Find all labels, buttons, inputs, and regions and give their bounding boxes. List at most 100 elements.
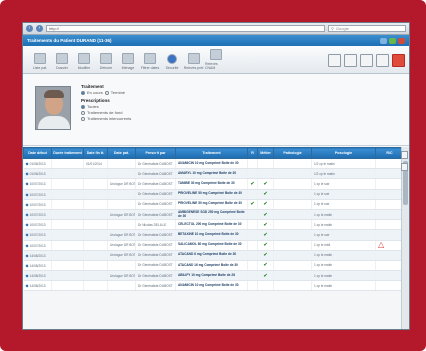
- warning-triangle-icon[interactable]: △: [378, 240, 384, 249]
- cell-date-text: 10/07/2013: [29, 202, 46, 207]
- table-row[interactable]: ◆10/07/2013 Urologue DR BOTTALANIDr Génér…: [23, 229, 403, 241]
- column-header[interactable]: Date début: [23, 147, 52, 159]
- check-icon: ✔: [247, 199, 258, 210]
- cell-fin: [83, 178, 108, 190]
- toolbar-button-liste[interactable]: Liste pat.: [29, 53, 51, 70]
- cell-date: ◆14/08/2013: [23, 250, 52, 261]
- column-header[interactable]: Métier: [257, 147, 274, 159]
- column-header[interactable]: Date pat.: [107, 147, 136, 159]
- grid-scrollbar[interactable]: [401, 147, 409, 329]
- cell-fin: [83, 209, 108, 221]
- expand-icon[interactable]: ◆: [26, 283, 29, 288]
- table-row[interactable]: ◆10/07/2013 Urologue DR BOTTALANIDr Génér…: [23, 178, 403, 190]
- column-header[interactable]: Durée traitement: [51, 147, 84, 159]
- cell-date: ◆10/07/2013: [23, 199, 52, 210]
- minimize-button[interactable]: [380, 37, 387, 44]
- table-row[interactable]: ◆10/07/2013 Urologue DR BOTTALANIDr Génér…: [23, 240, 403, 251]
- toolbar-button-dossier[interactable]: Dossier: [51, 53, 73, 70]
- prescription-option-intercurrents[interactable]: Traitements intercurrents: [81, 116, 131, 121]
- toolbar-button-modifier[interactable]: Modifier: [73, 53, 95, 70]
- url-field[interactable]: http://: [46, 25, 325, 32]
- forward-icon[interactable]: ›: [36, 25, 43, 32]
- expand-icon[interactable]: ◆: [26, 202, 29, 207]
- cell-poso: 1 cp le soir: [311, 178, 376, 190]
- table-row[interactable]: ◆01/06/2013 01/01/2014 Dr Généraliste DUBO…: [23, 158, 403, 170]
- expand-icon[interactable]: ◆: [26, 253, 29, 258]
- cell-date: ◆14/08/2013: [23, 270, 52, 282]
- radio-label: Traitements intercurrents: [87, 116, 132, 121]
- expand-icon[interactable]: ◆: [26, 171, 29, 176]
- toolbar-label: Dossier: [56, 66, 68, 70]
- table-row[interactable]: ◆14/08/2013 Urologue DR BOTTALANIDr Génér…: [23, 270, 403, 282]
- expand-icon[interactable]: ◆: [26, 161, 29, 166]
- toolbar-button-menage[interactable]: Ménage: [117, 53, 139, 70]
- cell-poso: 1 cp le midi: [311, 240, 376, 251]
- expand-icon[interactable]: ◆: [26, 212, 29, 217]
- cell-presc: Dr Généraliste DUBOST: [135, 209, 176, 221]
- close-icon[interactable]: [392, 54, 405, 67]
- table-row[interactable]: ◆14/08/2013 Dr Généraliste DUBOST ATACAND …: [23, 260, 403, 272]
- toolbar-label: Filtrer dates: [140, 66, 160, 70]
- table-row[interactable]: ◆14/08/2013 Urologue DR BOTTALANIDr Génér…: [23, 250, 403, 261]
- expand-icon[interactable]: ◆: [26, 192, 29, 197]
- prescription-option-toutes[interactable]: Toutes: [81, 104, 131, 109]
- column-header[interactable]: Date fin tt.: [83, 147, 108, 159]
- radio-en-cours[interactable]: [81, 90, 85, 95]
- table-row[interactable]: ◆14/08/2013 Dr Généraliste DUBOST ANAMICIN…: [23, 280, 403, 292]
- toolbar-button-releves-pref[interactable]: Relevés préf.: [183, 53, 205, 70]
- expand-icon[interactable]: ◆: [26, 273, 29, 278]
- table-row[interactable]: ◆01/06/2013 Dr Généraliste DUBOST AMARYL 1…: [23, 168, 403, 180]
- cell-presc: Dr Généraliste DUBOST: [135, 199, 176, 210]
- toolbar-button-filtrer[interactable]: Filtrer dates: [139, 53, 161, 70]
- cell-duree: [51, 260, 84, 272]
- close-button[interactable]: [398, 37, 405, 44]
- cell-fin: [83, 189, 108, 200]
- cell-duree: [51, 250, 84, 261]
- expand-icon[interactable]: ◆: [26, 263, 29, 268]
- expand-icon[interactable]: ◆: [26, 222, 29, 227]
- column-header[interactable]: Posologie: [311, 147, 376, 159]
- toolbar-label: Sécurité: [165, 66, 179, 70]
- cell-fin: [83, 219, 108, 231]
- document-icon[interactable]: [344, 54, 357, 67]
- cell-fin: [83, 199, 108, 210]
- scroll-up-icon[interactable]: [401, 151, 408, 159]
- column-header[interactable]: Traitement: [175, 147, 248, 159]
- cell-warning: △: [375, 240, 403, 251]
- cell-date-text: 14/08/2013: [29, 253, 46, 258]
- cell-presc: Dr Généraliste DUBOST: [135, 250, 176, 261]
- radio-termine[interactable]: [104, 90, 109, 95]
- print-icon[interactable]: [360, 54, 373, 67]
- cell-trt: BETAXINE 10 mg Comprimé Boîte de 30: [175, 229, 248, 241]
- scroll-down-icon[interactable]: [401, 163, 408, 171]
- column-header[interactable]: Pathologie: [273, 147, 312, 159]
- radio-label: Terminé: [110, 90, 126, 95]
- check-icon: [257, 168, 274, 180]
- expand-icon[interactable]: ◆: [26, 243, 29, 248]
- copy-icon[interactable]: [328, 54, 341, 67]
- column-header[interactable]: R/C: [375, 147, 403, 159]
- cell-fin: [83, 250, 108, 261]
- folder-icon: [56, 53, 68, 64]
- toolbar-button-detruire[interactable]: Détruire: [95, 53, 117, 70]
- column-header[interactable]: R: [247, 147, 258, 159]
- cell-date-text: 14/08/2013: [29, 274, 46, 279]
- search-field[interactable]: ⚲ Google: [328, 25, 406, 32]
- table-row[interactable]: ◆10/07/2013 Urologue DR BOTTALANIDr Génér…: [23, 209, 403, 221]
- table-row[interactable]: ◆10/07/2013 Dr Généraliste DUBOST PRIOVELI…: [23, 199, 403, 210]
- cell-date: ◆01/06/2013: [23, 168, 52, 180]
- expand-icon[interactable]: ◆: [26, 181, 29, 186]
- export-icon[interactable]: [376, 54, 389, 67]
- toolbar-button-releves-cnam[interactable]: Relevés CNAM: [205, 49, 227, 70]
- table-row[interactable]: ◆10/07/2013 Dr Nicolas DELILLE CELECTOL 20…: [23, 219, 403, 231]
- table-row[interactable]: ◆10/07/2013 Dr Généraliste DUBOST PRIOVELI…: [23, 189, 403, 200]
- back-icon[interactable]: ‹: [26, 25, 33, 32]
- treatment-heading: Traitement: [81, 84, 104, 89]
- cell-presc: Dr Généraliste DUBOST: [135, 260, 176, 272]
- expand-icon[interactable]: ◆: [26, 232, 29, 237]
- report-icon: [210, 49, 222, 60]
- prescription-option-fond[interactable]: Traitements de fond: [81, 110, 131, 115]
- toolbar-button-securite[interactable]: Sécurité: [161, 54, 183, 70]
- column-header[interactable]: Prescrit par: [135, 147, 176, 159]
- maximize-button[interactable]: [389, 37, 396, 44]
